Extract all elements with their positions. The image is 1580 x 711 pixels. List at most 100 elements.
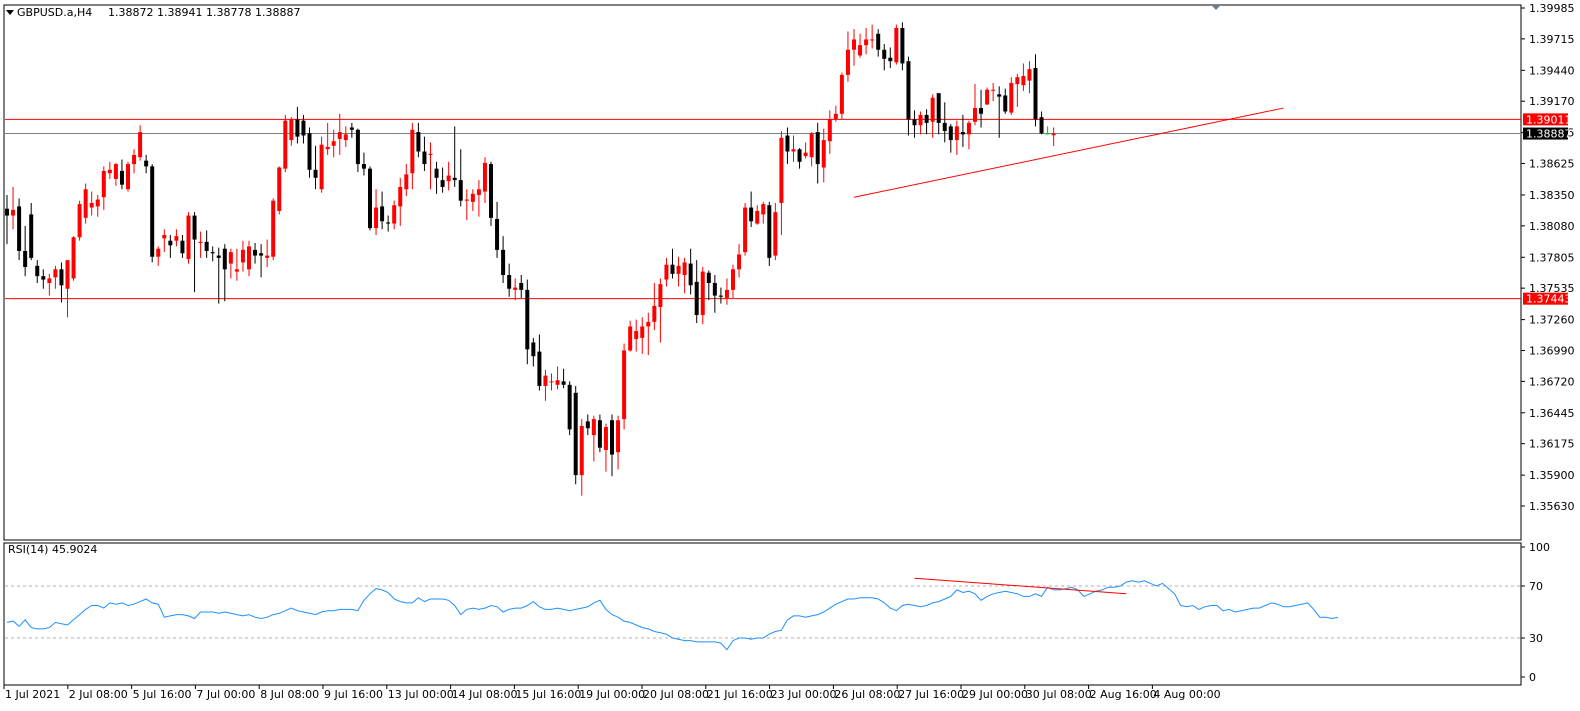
candle-body [628,326,633,351]
candle-body [779,137,784,203]
candle-body [912,119,917,126]
rsi-axis: 100 70 30 0 [1521,541,1550,684]
candle-body [749,207,754,222]
candle-body [277,167,282,211]
rsi-panel[interactable] [3,542,1522,686]
candle-body [337,132,342,139]
time-axis-label: 2 Aug 16:00 [1090,688,1157,701]
candle-body [386,222,391,224]
symbol-label: GBPUSD.a,H4 [17,6,92,19]
candle-body [89,202,94,208]
candle-body [960,132,965,135]
price-axis-label: 1.35630 [1529,500,1575,513]
candle-body [870,39,875,41]
candle-body [827,119,832,142]
price-axis-label: 1.37260 [1529,314,1575,327]
candle-body [985,89,990,105]
candle-body [380,206,385,222]
candle-body [1045,133,1050,135]
candle-body [773,212,778,256]
candle-body [271,200,276,257]
candle-body [519,283,524,290]
time-axis-label: 19 Jul 00:00 [579,688,645,701]
candle-body [1039,117,1044,134]
price-axis-label: 1.36990 [1529,344,1575,357]
candle-body [634,331,639,340]
candle-body [368,168,372,229]
candle-body [767,205,772,258]
candle-body [573,392,578,476]
price-axis-label: 1.38080 [1529,220,1575,233]
candle-body [5,208,9,216]
candle-body [1009,82,1014,113]
candle-body [416,132,421,152]
price-panel[interactable] [3,4,1522,541]
candle-body [700,271,705,316]
price-axis-label: 1.36445 [1529,407,1575,420]
candle-body [537,351,542,386]
time-axis-label: 9 Jul 16:00 [324,688,383,701]
time-axis-label: 27 Jul 16:00 [898,688,964,701]
candle-body [119,170,124,185]
time-axis-label: 23 Jul 00:00 [771,688,837,701]
candle-body [240,249,245,263]
candle-body [77,204,82,238]
candle-body [918,114,923,126]
candle-body [888,57,893,62]
time-axis-label: 7 Jul 00:00 [196,688,255,701]
candle-body [1015,77,1020,85]
candle-body [482,162,487,192]
candle-body [579,425,584,476]
candle-body [755,210,760,224]
candle-body [676,265,681,274]
candle-body [374,207,379,229]
candle-body [162,234,167,239]
candle-body [979,108,984,114]
candle-body [664,264,669,280]
candle-body [404,174,409,190]
candle-body [724,289,729,298]
candle-body [422,151,427,165]
candle-body [924,114,929,123]
time-axis-label: 5 Jul 16:00 [133,688,192,701]
candle-body [307,133,312,170]
candle-body [398,186,403,207]
price-axis-label: 1.35900 [1529,469,1575,482]
candle-body [392,205,397,224]
candle-body [198,241,203,243]
candle-body [168,240,173,246]
candle-body [1021,76,1026,86]
ohlc-label: 1.38872 1.38941 1.38778 1.38887 [108,6,300,19]
rsi-axis-label: 100 [1529,541,1550,554]
time-axis-label: 4 Aug 00:00 [1153,688,1220,701]
candle-body [839,74,844,114]
candle-body [973,108,977,122]
price-axis-label: 1.39170 [1529,95,1575,108]
candle-body [706,272,711,284]
candle-body [222,248,227,270]
price-axis-label: 1.37805 [1529,251,1575,264]
candle-body [59,269,64,286]
time-axis-label: 15 Jul 16:00 [515,688,581,701]
time-axis-label: 26 Jul 08:00 [834,688,900,701]
candle-body [906,61,911,120]
candle-body [452,177,457,181]
rsi-axis-label: 70 [1529,580,1543,593]
candle-body [791,149,796,152]
candle-body [597,420,602,448]
candle-body [144,160,149,167]
time-axis-label: 1 Jul 2021 [5,688,60,701]
candle-body [319,144,324,190]
candle-body [731,269,735,290]
candle-body [876,33,881,50]
candle-body [259,253,264,256]
candle-body [228,252,233,264]
candle-body [83,189,88,218]
candle-body [531,342,536,357]
candle-body [561,381,566,385]
candle-body [107,169,112,174]
candle-body [797,149,802,162]
candle-body [616,420,621,453]
candle-body [470,193,475,202]
candle-body [253,249,258,256]
